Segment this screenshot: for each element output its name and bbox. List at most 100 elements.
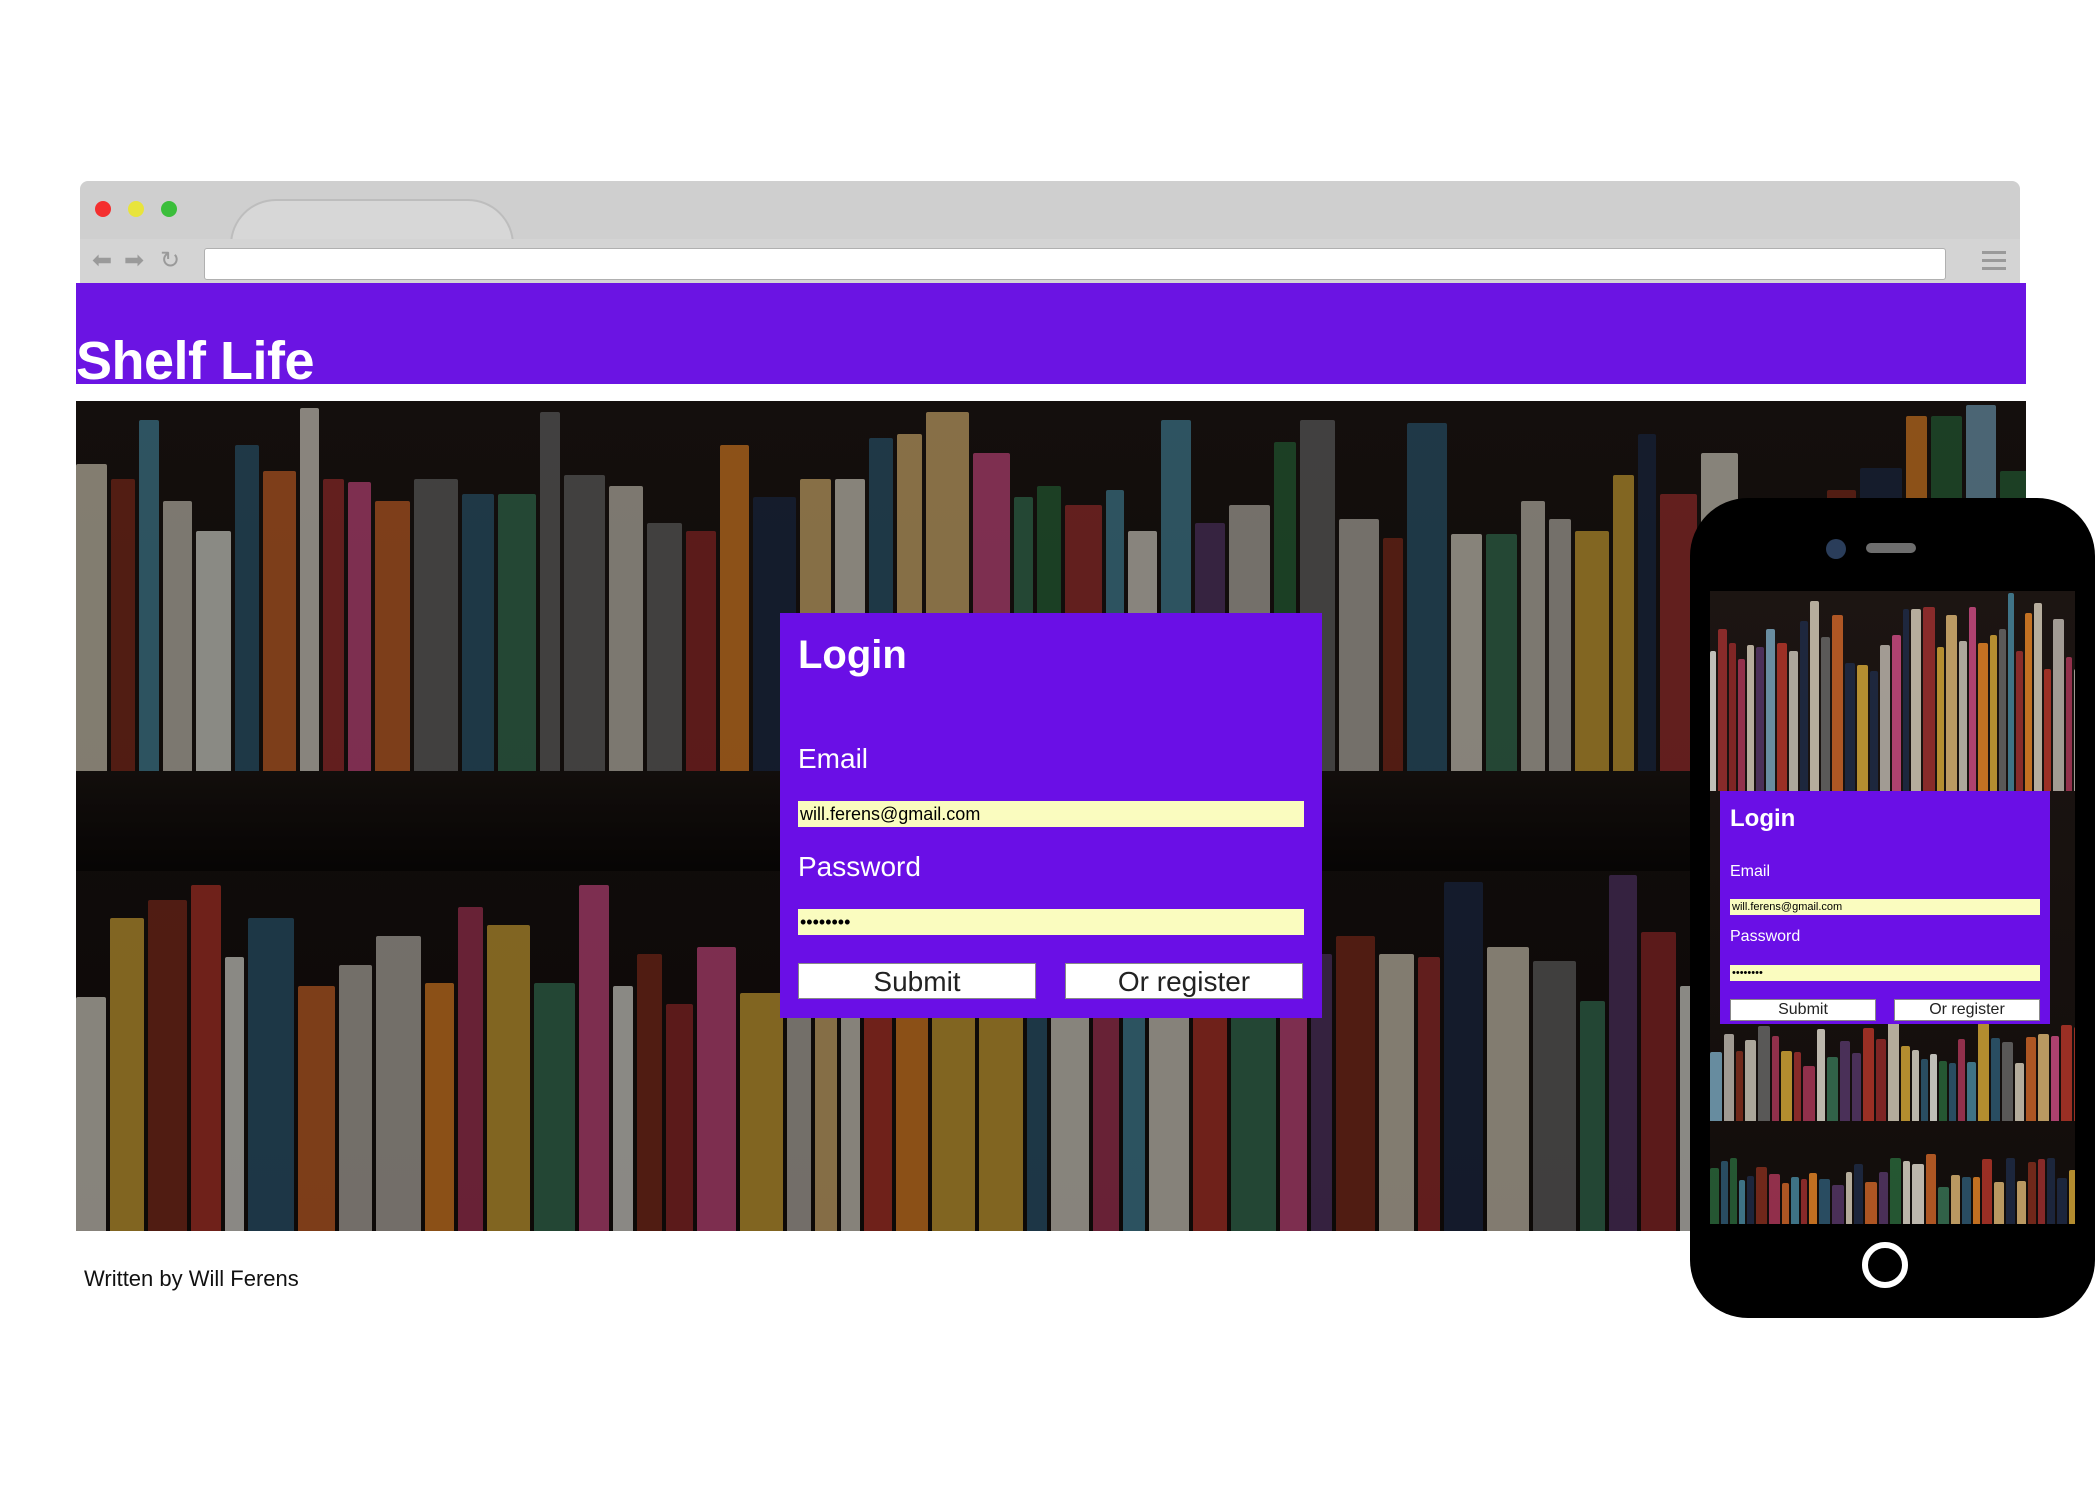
book-spine [2051, 1036, 2059, 1121]
book-spine [1938, 1186, 1949, 1224]
address-bar[interactable] [204, 248, 1946, 280]
book-spine [1819, 1179, 1830, 1224]
book-spine [1863, 1028, 1874, 1121]
book-spine [1810, 601, 1819, 791]
book-spine [1769, 1174, 1780, 1224]
phone-login-heading: Login [1730, 805, 1796, 832]
phone-email-field[interactable]: will.ferens@gmail.com [1730, 899, 2040, 915]
book-spine [1967, 1062, 1976, 1121]
book-spine [1890, 1158, 1901, 1224]
book-spine [1766, 629, 1775, 791]
book-spine [1926, 1153, 1936, 1224]
book-spine [1854, 1164, 1863, 1224]
book-spine [2028, 1161, 2036, 1224]
book-spine [2034, 603, 2042, 791]
phone-home-button-icon[interactable] [1862, 1242, 1908, 1288]
book-spine [1949, 1063, 1956, 1121]
back-arrow-icon[interactable]: ⬅ [92, 249, 112, 273]
book-spine [1991, 1038, 2000, 1121]
book-spine [1923, 607, 1935, 791]
book-spine [1846, 1172, 1852, 1224]
book-spine [1721, 1160, 1728, 1224]
phone-camera-icon [1826, 539, 1846, 559]
book-spine [1772, 1036, 1779, 1121]
email-field[interactable]: will.ferens@gmail.com [798, 801, 1304, 827]
book-spine [1930, 1054, 1937, 1121]
book-spine [1978, 1023, 1989, 1121]
book-spine [1973, 1176, 1980, 1224]
book-spine [1999, 629, 2006, 791]
phone-submit-button[interactable]: Submit [1730, 999, 1876, 1021]
book-spine [1739, 1180, 1745, 1224]
book-spine [1758, 1026, 1770, 1121]
book-spine [2017, 1180, 2026, 1224]
reload-icon[interactable]: ↻ [160, 249, 180, 273]
book-spine [2057, 1178, 2067, 1224]
register-button[interactable]: Or register [1065, 963, 1303, 999]
hamburger-menu-icon[interactable] [1982, 251, 2006, 275]
site-title: Shelf Life [76, 331, 315, 391]
book-spine [2026, 1037, 2036, 1121]
book-spine [1911, 609, 1921, 791]
book-spine [1710, 1167, 1719, 1224]
book-spine [1781, 1051, 1792, 1121]
phone-top-shelf-books [1710, 591, 2075, 791]
book-spine [1912, 1050, 1919, 1121]
phone-mockup: Login Email will.ferens@gmail.com Passwo… [1690, 498, 2095, 1318]
book-spine [2061, 1025, 2072, 1121]
book-spine [1794, 1052, 1801, 1121]
book-spine [1832, 1184, 1844, 1224]
book-spine [1747, 645, 1754, 791]
password-label: Password [798, 851, 921, 882]
book-spine [1921, 1059, 1928, 1121]
book-spine [1959, 641, 1967, 791]
book-spine [1937, 647, 1944, 791]
book-spine [2066, 657, 2072, 791]
book-spine [1879, 1172, 1888, 1224]
phone-bottom-shelf-books [1710, 1151, 2075, 1224]
book-spine [1801, 1179, 1807, 1224]
book-spine [1756, 647, 1764, 791]
book-spine [1789, 651, 1798, 791]
email-label: Email [798, 743, 869, 774]
book-spine [2074, 1027, 2075, 1121]
book-spine [1809, 1172, 1817, 1224]
book-spine [2025, 613, 2032, 791]
book-spine [1857, 665, 1868, 791]
site-header: Shelf Life [76, 283, 2026, 391]
book-spine [1710, 1052, 1722, 1121]
footer-credit: Written by Will Ferens [84, 1266, 299, 1291]
book-spine [2016, 651, 2023, 791]
book-spine [1994, 1182, 2004, 1224]
book-spine [1962, 1176, 1971, 1224]
book-spine [1738, 659, 1745, 791]
book-spine [1747, 1175, 1754, 1224]
book-spine [1939, 1061, 1947, 1121]
book-spine [1729, 643, 1736, 791]
book-spine [1745, 1040, 1756, 1121]
close-window-icon[interactable] [95, 201, 111, 217]
login-panel: Login Email will.ferens@gmail.com Passwo… [780, 613, 1322, 1018]
book-spine [2047, 1157, 2055, 1224]
phone-password-field[interactable]: •••••••• [1730, 965, 2040, 981]
book-spine [1782, 1183, 1789, 1224]
book-spine [1903, 1160, 1910, 1224]
maximize-window-icon[interactable] [161, 201, 177, 217]
book-spine [1710, 651, 1716, 791]
book-spine [1736, 1051, 1743, 1121]
book-spine [1827, 1057, 1838, 1121]
book-spine [1888, 1021, 1899, 1121]
phone-email-label: Email [1730, 863, 1771, 880]
book-spine [1730, 1157, 1737, 1224]
browser-toolbar: ⬅ ➡ ↻ [80, 239, 2020, 283]
book-spine [1901, 1046, 1910, 1121]
password-field[interactable]: •••••••• [798, 909, 1304, 935]
forward-arrow-icon[interactable]: ➡ [124, 249, 144, 273]
book-spine [1876, 1039, 1886, 1121]
submit-button[interactable]: Submit [798, 963, 1036, 999]
book-spine [1990, 635, 1997, 791]
phone-screen: Login Email will.ferens@gmail.com Passwo… [1710, 591, 2075, 1224]
phone-register-button[interactable]: Or register [1894, 999, 2040, 1021]
book-spine [1946, 615, 1957, 791]
minimize-window-icon[interactable] [128, 201, 144, 217]
